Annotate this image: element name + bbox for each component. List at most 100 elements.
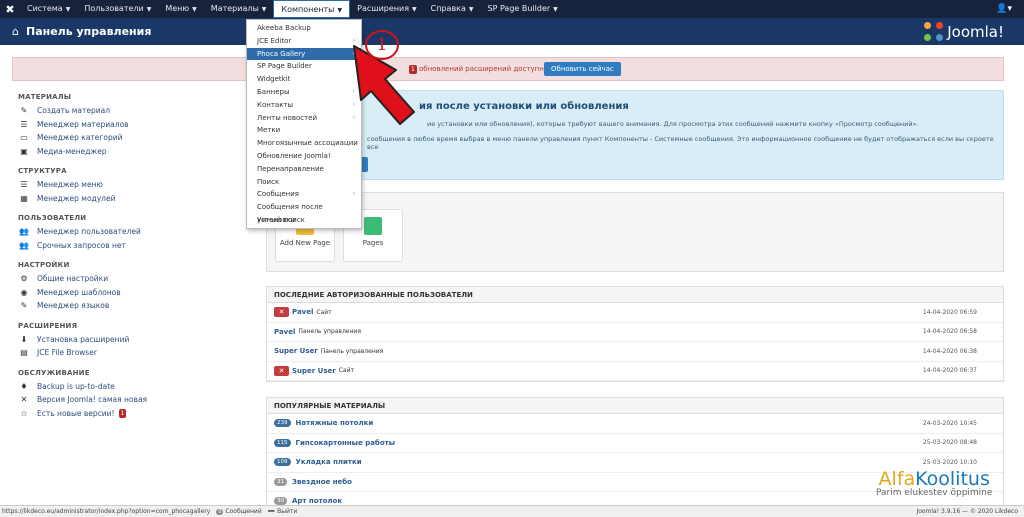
sidebar-link-label: Версия Joomla! самая новая: [37, 395, 148, 404]
top-menu-item[interactable]: Меню ▼: [158, 0, 203, 18]
sidebar-link[interactable]: ▤ JCE File Browser: [18, 346, 258, 360]
login-context: Панель управления: [298, 328, 361, 336]
sidebar-link[interactable]: ♦ Backup is up-to-date: [18, 380, 258, 394]
article-date: 24-03-2020 10:45: [922, 419, 977, 427]
top-menu-item[interactable]: Материалы ▼: [204, 0, 274, 18]
dropdown-item-label: Поиск: [257, 177, 280, 186]
top-menu-label: SP Page Builder: [487, 4, 551, 13]
hits-badge: 239: [274, 419, 291, 428]
dropdown-item-label: Метки: [257, 126, 281, 135]
force-logout-button[interactable]: ✕: [274, 365, 289, 376]
dropdown-menu-item[interactable]: Умный поиск: [247, 214, 361, 227]
sidebar-link-label: Менеджер материалов: [37, 119, 129, 129]
sidebar-section: ОБСЛУЖИВАНИЕ ♦ Backup is up-to-date ✕ Версия…: [18, 366, 258, 421]
sidebar-link-label: Менеджер меню: [37, 180, 103, 189]
sidebar-link[interactable]: ▭ Менеджер категорий: [18, 131, 258, 145]
sidebar-link-icon: ▤: [20, 348, 28, 357]
sidebar-section: МАТЕРИАЛЫ ✎ Создать материал ☰ Менеджер мате…: [18, 90, 258, 158]
dropdown-menu-item[interactable]: Перенаправление: [247, 163, 361, 176]
dropdown-menu-item[interactable]: SP Page Builder: [247, 60, 361, 73]
sidebar-link[interactable]: 👥 Менеджер пользователей: [18, 225, 258, 239]
sidebar-link-icon: ◉: [20, 287, 28, 297]
dropdown-menu-item[interactable]: Widgetkit: [247, 73, 361, 86]
sidebar-link-label: Медиа-менеджер: [37, 146, 107, 156]
top-menu-item[interactable]: Пользователи ▼: [77, 0, 158, 18]
dropdown-menu-item[interactable]: Контакты ›: [247, 99, 361, 112]
dropdown-menu-item[interactable]: Метки: [247, 124, 361, 137]
top-menu-item[interactable]: Компоненты ▼: [273, 0, 351, 18]
dropdown-menu-item[interactable]: Phoca Gallery ›: [247, 47, 361, 61]
joomla-logo-icon[interactable]: ✖: [0, 0, 20, 18]
article-title-link[interactable]: Гипсокартонные работы: [296, 439, 396, 447]
top-menu-item[interactable]: Система ▼: [20, 0, 77, 18]
article-title-link[interactable]: Натяжные потолки: [296, 419, 374, 427]
sidebar-link[interactable]: ☆ Есть новые версии! 1: [18, 407, 258, 421]
sidebar-link[interactable]: ☰ Менеджер материалов: [18, 118, 258, 132]
hits-badge: 115: [274, 438, 291, 447]
login-context: Сайт: [316, 308, 332, 316]
dropdown-menu-item[interactable]: Баннеры ›: [247, 86, 361, 99]
page-icon: [364, 217, 382, 235]
dropdown-item-label: Контакты: [257, 100, 294, 109]
caret-down-icon: ▼: [553, 6, 558, 13]
table-row: 239 Натяжные потолки 24-03-2020 10:45: [267, 414, 1003, 434]
user-name-link[interactable]: Super User: [274, 347, 318, 355]
watermark-tagline: Parim elukestev õppimine: [876, 488, 993, 498]
sidebar-section-title: РАСШИРЕНИЯ: [18, 321, 78, 330]
sidebar-section-title: МАТЕРИАЛЫ: [18, 93, 72, 101]
dropdown-menu-item[interactable]: Akeeba Backup: [247, 22, 361, 35]
messages-count: 0: [216, 508, 224, 515]
logout-link[interactable]: ➖ Выйти: [268, 508, 298, 515]
sidebar-link-label: Менеджер модулей: [37, 193, 116, 203]
user-name-link[interactable]: Pavel: [292, 308, 313, 316]
sidebar-link[interactable]: ⚙ Общие настройки: [18, 272, 258, 286]
top-menu-item[interactable]: Справка ▼: [424, 0, 481, 18]
page-title: Панель управления: [25, 25, 152, 38]
sidebar-link-label: Backup is up-to-date: [37, 381, 115, 391]
dropdown-item-label: Ленты новостей: [257, 113, 318, 122]
sidebar-link-icon: ⚙: [20, 274, 28, 283]
top-menu-item[interactable]: SP Page Builder ▼: [481, 0, 565, 18]
sidebar-section: НАСТРОЙКИ ⚙ Общие настройки ◉ Менеджер шабло…: [18, 258, 258, 313]
login-context: Сайт: [338, 367, 354, 375]
sidebar-link[interactable]: ✕ Версия Joomla! самая новая: [18, 393, 258, 407]
version-text: Joomla! 3.9.16 — © 2020 Likdeco: [916, 508, 1018, 515]
dropdown-menu-item[interactable]: Поиск: [247, 176, 361, 189]
sidebar-link[interactable]: ▦ Менеджер модулей: [18, 192, 258, 206]
user-name-link[interactable]: Pavel: [274, 328, 295, 336]
sidebar-link-label: Менеджер категорий: [37, 133, 123, 142]
hits-badge: 31: [274, 477, 287, 486]
sidebar-section-title: СТРУКТУРА: [18, 167, 67, 175]
force-logout-button[interactable]: ✕: [274, 307, 289, 318]
login-context: Панель управления: [320, 347, 384, 355]
sidebar-link[interactable]: ✎ Менеджер языков: [18, 299, 258, 313]
submenu-chevron-icon: ›: [352, 190, 355, 198]
dropdown-menu-item[interactable]: Сообщения ›: [247, 188, 361, 201]
article-title-link[interactable]: Укладка плитки: [296, 458, 362, 466]
user-name-link[interactable]: Super User: [292, 367, 336, 375]
top-menu-item[interactable]: Расширения ▼: [350, 0, 424, 18]
update-now-button[interactable]: Обновить сейчас: [544, 62, 621, 76]
caret-down-icon: ▼: [261, 6, 267, 13]
sidebar-link[interactable]: ☰ Менеджер меню: [18, 178, 258, 192]
article-title-link[interactable]: Звездное небо: [292, 478, 352, 486]
top-menu-label: Компоненты: [281, 5, 335, 14]
dropdown-menu-item[interactable]: Обновление Joomla!: [247, 150, 361, 163]
joomla-brand-logo: Joomla!: [924, 20, 1004, 43]
sidebar-link[interactable]: ◉ Менеджер шаблонов: [18, 286, 258, 300]
dropdown-item-label: JCE Editor: [257, 36, 292, 45]
dropdown-menu-item[interactable]: Многоязычные ассоциации: [247, 137, 361, 150]
messages-link[interactable]: 0 Сообщений: [216, 508, 262, 515]
login-date: 14-04-2020 06:37: [922, 367, 977, 375]
dropdown-menu-item[interactable]: Сообщения после установки: [247, 201, 361, 224]
user-icon[interactable]: 👤▾: [996, 0, 1012, 18]
sidebar-link[interactable]: ▣ Медиа-менеджер: [18, 145, 258, 159]
components-dropdown-menu: Akeeba Backup JCE Editor › Phoca Gallery › SP…: [246, 19, 362, 229]
sidebar-link[interactable]: 👥 Срочных запросов нет: [18, 239, 258, 253]
dropdown-menu-item[interactable]: Ленты новостей ›: [247, 112, 361, 125]
sidebar-link-icon: ☰: [20, 180, 28, 189]
status-url: https://likdeco.eu/administrator/index.p…: [2, 508, 211, 515]
sidebar-link[interactable]: ⬇ Установка расширений: [18, 333, 258, 347]
sidebar-link[interactable]: ✎ Создать материал: [18, 104, 258, 118]
dropdown-menu-item[interactable]: JCE Editor ›: [247, 35, 361, 48]
